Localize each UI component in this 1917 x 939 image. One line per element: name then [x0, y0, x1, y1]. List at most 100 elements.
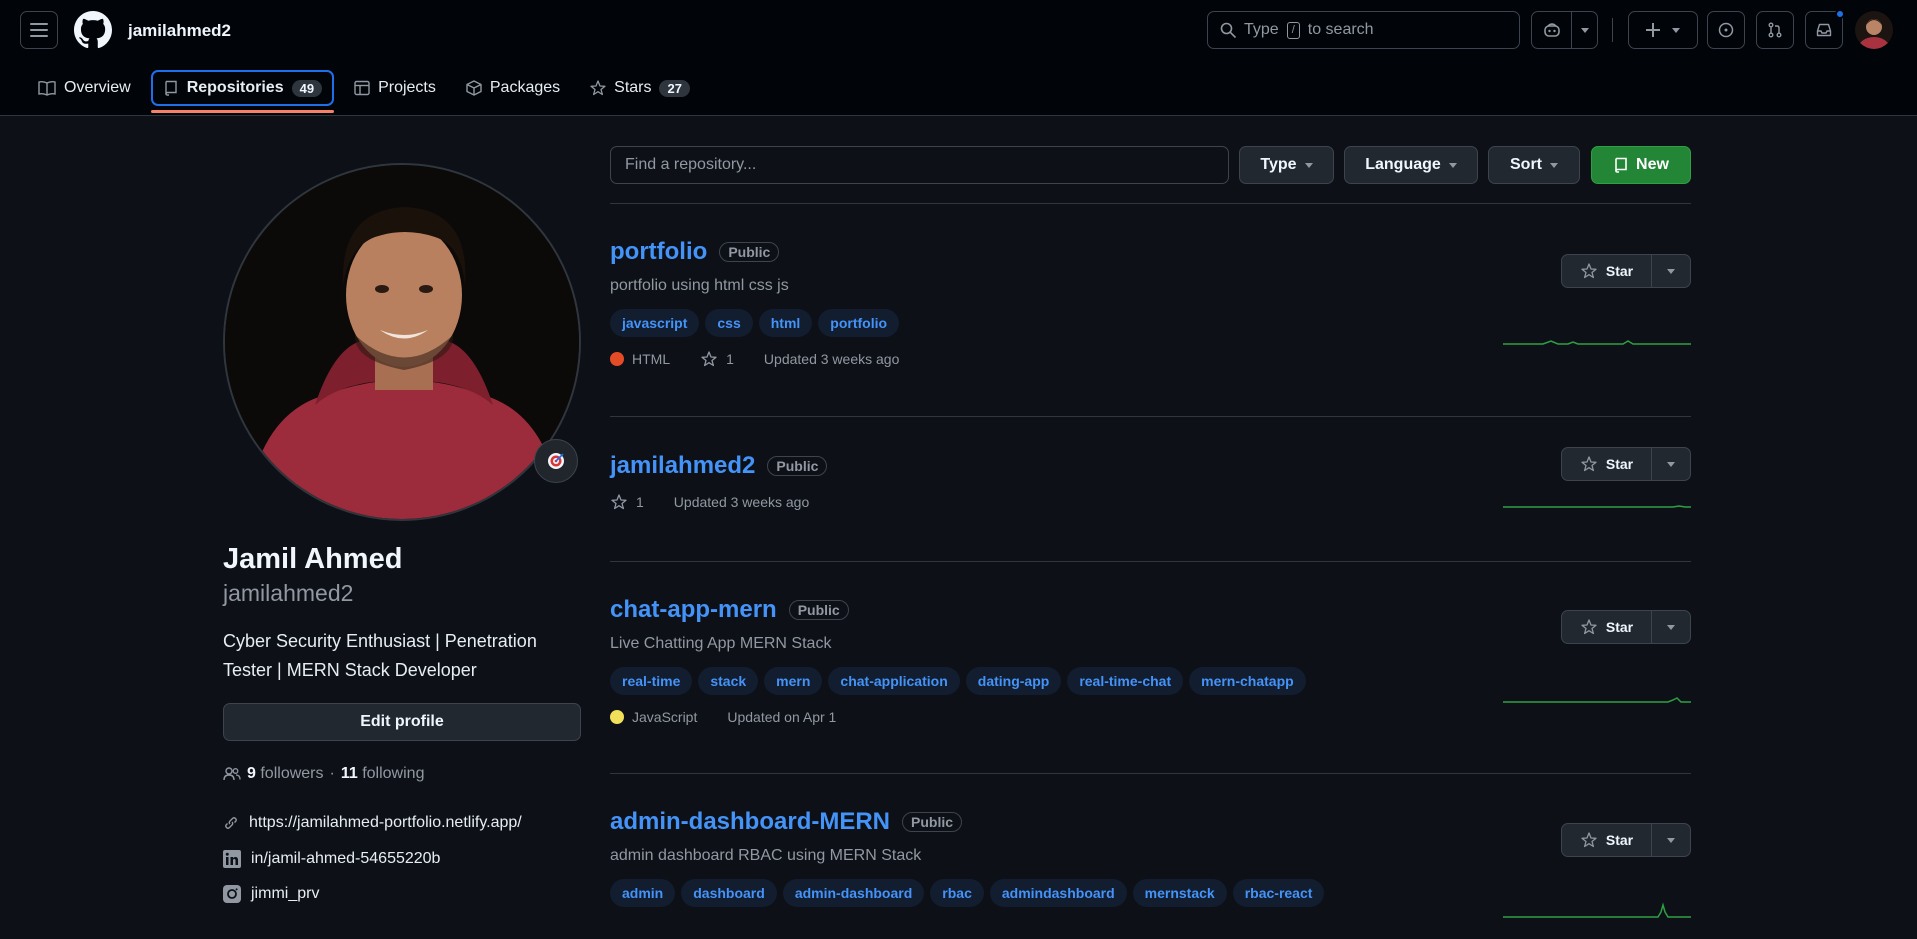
star-button-group: Star — [1561, 610, 1691, 644]
star-list-dropdown[interactable] — [1652, 255, 1690, 287]
topic-tag[interactable]: admin-dashboard — [782, 879, 925, 907]
find-repository-input[interactable]: Find a repository... — [610, 146, 1229, 184]
topic-tag[interactable]: chat-application — [828, 667, 960, 695]
notification-indicator — [1835, 9, 1845, 19]
topic-tag[interactable]: css — [705, 309, 753, 337]
topic-tag[interactable]: javascript — [610, 309, 700, 337]
target-icon — [548, 453, 564, 469]
follow-stats: 9 followers · 11 following — [223, 765, 424, 783]
star-button[interactable]: Star — [1562, 824, 1652, 856]
tab-repositories[interactable]: Repositories 49 — [150, 70, 335, 113]
linkedin-handle: in/jamil-ahmed-54655220b — [251, 850, 441, 867]
sort-button[interactable]: Sort — [1488, 146, 1580, 184]
new-repository-button[interactable]: New — [1591, 146, 1691, 184]
topic-tag[interactable]: portfolio — [818, 309, 900, 337]
issue-opened-icon — [1718, 22, 1734, 38]
repo-name-link[interactable]: admin-dashboard-MERN — [610, 808, 890, 836]
repo-icon — [1615, 157, 1627, 173]
activity-sparkline — [1503, 902, 1691, 918]
menu-button[interactable] — [20, 11, 58, 49]
repo-count-badge: 49 — [291, 79, 323, 97]
repo-stars-count[interactable]: 1 — [636, 494, 644, 510]
search-icon — [1220, 22, 1236, 38]
instagram-handle: jimmi_prv — [251, 885, 320, 902]
tab-label: Stars — [614, 79, 652, 96]
topic-tag[interactable]: mern-chatapp — [1189, 667, 1306, 695]
topic-tag[interactable]: rbac — [930, 879, 984, 907]
link-icon — [225, 817, 237, 829]
star-list-dropdown[interactable] — [1652, 824, 1690, 856]
issues-button[interactable] — [1707, 11, 1745, 49]
star-button[interactable]: Star — [1562, 611, 1652, 643]
context-username[interactable]: jamilahmed2 — [128, 21, 231, 41]
chevron-down-icon — [1667, 624, 1675, 630]
repo-updated: Updated on Apr 1 — [727, 709, 837, 725]
language-color-dot — [610, 352, 624, 366]
following-link[interactable]: 11 following — [341, 765, 425, 783]
website-url: https://jamilahmed-portfolio.netlify.app… — [249, 814, 522, 831]
star-list-dropdown[interactable] — [1652, 448, 1690, 480]
topic-tag[interactable]: dashboard — [681, 879, 777, 907]
profile-avatar[interactable] — [223, 163, 581, 521]
create-new-button[interactable] — [1628, 11, 1698, 49]
global-search[interactable]: Type / to search — [1207, 11, 1520, 49]
topic-tag[interactable]: stack — [698, 667, 759, 695]
search-shortcut-key: / — [1286, 21, 1300, 39]
tab-overview[interactable]: Overview — [28, 70, 141, 106]
copilot-icon — [1543, 23, 1560, 37]
star-button[interactable]: Star — [1562, 448, 1652, 480]
header-divider — [1612, 18, 1613, 42]
repo-name-link[interactable]: portfolio — [610, 238, 707, 266]
copilot-button[interactable] — [1532, 12, 1572, 48]
status-emoji-button[interactable] — [534, 439, 578, 483]
repo-language: HTML — [632, 351, 671, 367]
star-icon — [590, 80, 606, 96]
visibility-badge: Public — [719, 242, 780, 262]
star-label: Star — [1605, 619, 1634, 635]
topic-tag[interactable]: rbac-react — [1232, 879, 1325, 907]
profile-login: jamilahmed2 — [223, 580, 354, 606]
copilot-dropdown-button[interactable] — [1572, 12, 1597, 48]
edit-profile-button[interactable]: Edit profile — [223, 703, 581, 741]
followers-link[interactable]: 9 followers — [247, 765, 324, 783]
tab-projects[interactable]: Projects — [344, 70, 446, 106]
topic-tag[interactable]: admindashboard — [989, 879, 1127, 907]
hamburger-icon — [30, 23, 48, 37]
repo-updated: Updated 3 weeks ago — [673, 494, 810, 510]
topic-tag[interactable]: real-time — [610, 667, 693, 695]
notifications-button[interactable] — [1805, 9, 1845, 49]
topic-tag[interactable]: real-time-chat — [1067, 667, 1184, 695]
visibility-badge: Public — [902, 812, 963, 832]
topic-tag[interactable]: dating-app — [965, 667, 1062, 695]
pull-requests-button[interactable] — [1756, 11, 1794, 49]
topic-tag[interactable]: html — [758, 309, 813, 337]
language-filter-button[interactable]: Language — [1344, 146, 1478, 184]
topic-tag[interactable]: admin — [610, 879, 676, 907]
github-logo-icon[interactable] — [74, 11, 112, 49]
profile-website[interactable]: https://jamilahmed-portfolio.netlify.app… — [223, 814, 522, 832]
tab-label: Overview — [64, 79, 131, 96]
topic-tag[interactable]: mern — [764, 667, 823, 695]
type-filter-button[interactable]: Type — [1239, 146, 1334, 184]
repo-name-link[interactable]: chat-app-mern — [610, 596, 777, 624]
tab-packages[interactable]: Packages — [456, 70, 570, 106]
star-button[interactable]: Star — [1562, 255, 1652, 287]
tab-stars[interactable]: Stars 27 — [580, 70, 700, 106]
star-icon — [1581, 619, 1597, 635]
repo-item-admin-dashboard-mern: admin-dashboard-MERN Public admin dashbo… — [610, 808, 1691, 907]
chevron-down-icon — [1580, 27, 1589, 33]
people-icon — [223, 767, 241, 781]
profile-linkedin[interactable]: in/jamil-ahmed-54655220b — [223, 850, 440, 868]
tab-label: Packages — [489, 79, 561, 96]
profile-instagram[interactable]: jimmi_prv — [223, 885, 319, 903]
star-icon — [1581, 832, 1597, 848]
repo-stars-count[interactable]: 1 — [726, 351, 734, 367]
repo-meta: JavaScript Updated on Apr 1 — [610, 709, 1691, 725]
topic-tag[interactable]: mernstack — [1132, 879, 1227, 907]
user-avatar[interactable] — [1855, 11, 1893, 49]
activity-sparkline — [1503, 697, 1691, 703]
copilot-button-group — [1531, 11, 1598, 49]
repo-name-link[interactable]: jamilahmed2 — [610, 452, 755, 480]
repo-description: admin dashboard RBAC using MERN Stack — [610, 847, 922, 864]
star-list-dropdown[interactable] — [1652, 611, 1690, 643]
